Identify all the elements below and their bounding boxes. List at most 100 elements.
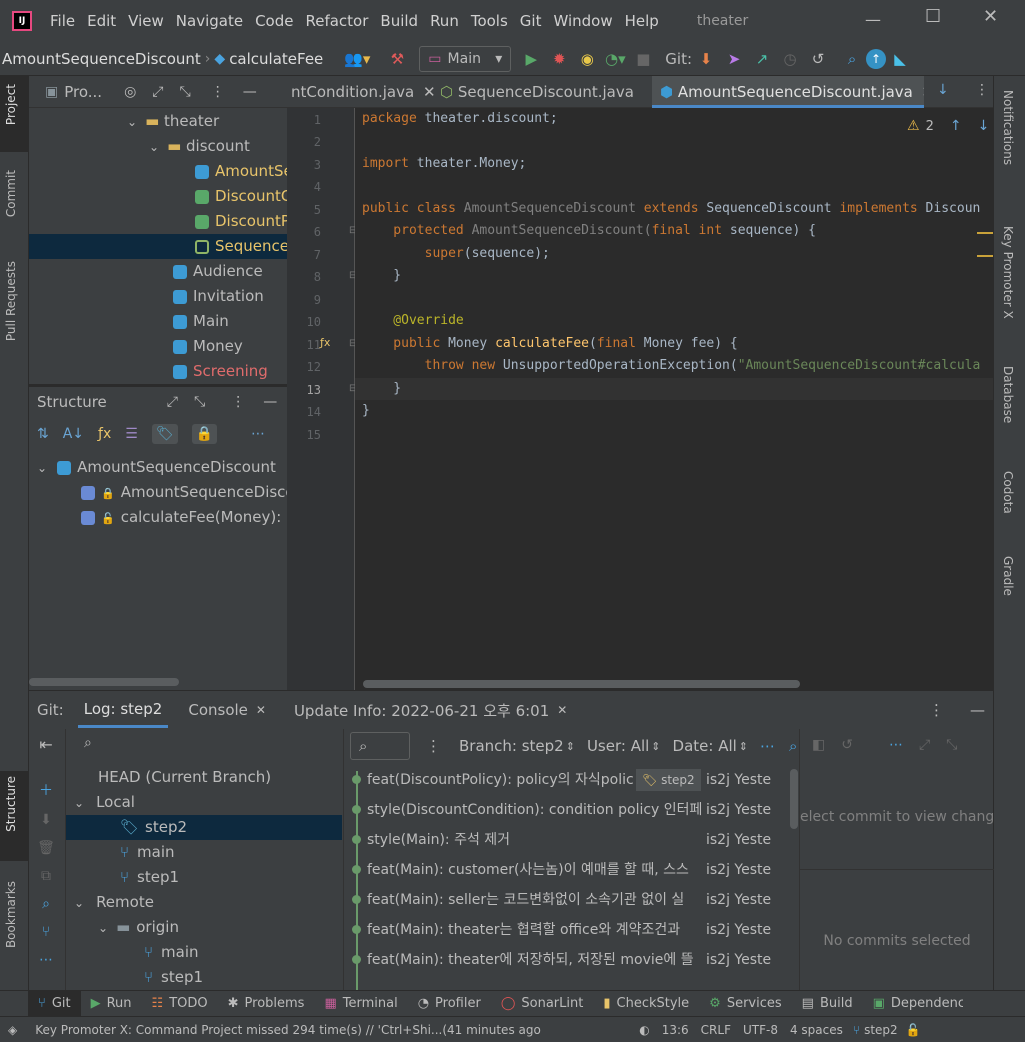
tab-log[interactable]: Log: step2 [77,693,169,728]
tree-class-invitation[interactable]: Invitation [173,284,287,309]
gradle-tool-label[interactable]: Gradle [1001,556,1015,596]
expand-all-icon[interactable]: ⤢ [167,394,178,410]
codota-tool-label[interactable]: Codota [1001,471,1015,514]
ide-update-icon[interactable]: ↑ [866,48,887,69]
close-icon[interactable]: ✕ [557,703,567,717]
tree-interface-discountc[interactable]: DiscountC [195,184,287,209]
users-icon[interactable]: 👥▾ [343,45,371,73]
locate-icon[interactable]: ◎ [124,84,136,100]
branch-local[interactable]: ⌄ Local [74,790,334,815]
tree-class-screening[interactable]: Screening [173,359,287,384]
add-icon[interactable]: ＋ [39,780,53,800]
tool-sonarlint[interactable]: ◯ SonarLint [491,996,594,1011]
bookmarks-tool-label[interactable]: Bookmarks [4,881,18,948]
search-icon[interactable]: ⌕ [84,735,92,751]
commit-row[interactable]: style(DiscountCondition): condition poli… [352,795,762,825]
branch-remote[interactable]: ⌄ Remote [74,890,334,915]
tool-problems[interactable]: ✱ Problems [218,996,315,1011]
status-message[interactable]: Key Promoter X: Command Project missed 2… [35,1023,635,1037]
branch-filter[interactable]: Branch: step2 [459,737,564,755]
override-method-icon[interactable]: ƒx [320,336,330,349]
project-tool-label[interactable]: Project [4,84,18,125]
menu-git[interactable]: Git [520,12,542,30]
commit-row[interactable]: feat(Main): seller는 코드변화없이 소속기관 없이 실 [352,885,762,915]
minimize-button[interactable]: — [865,10,881,29]
tree-folder-theater[interactable]: ⌄ ▬ theater [127,109,287,134]
inspection-widget[interactable]: ⚠ 2 ↑ ↓ [907,118,989,134]
jetbrains-space-icon[interactable]: ◣ [886,45,914,73]
sort-alpha-icon[interactable]: A↓ [63,426,84,442]
structure-item-constructor[interactable]: 🔒 AmountSequenceDiscou [81,480,287,505]
branch-step2[interactable]: 🏷 step2 [66,815,342,840]
menu-edit[interactable]: Edit [87,12,116,30]
current-branch[interactable]: step2 [864,1023,898,1037]
structure-tool-label[interactable]: Structure [4,776,18,832]
tab-discount-condition[interactable]: ntCondition.java ✕ [287,76,437,108]
git-update-icon[interactable]: ⬇ [692,45,720,73]
run-icon[interactable]: ▶ [517,45,545,73]
tree-class-amount[interactable]: AmountSe [195,159,287,184]
notifications-tool-label[interactable]: Notifications [1001,90,1015,165]
tree-class-main[interactable]: Main [173,309,287,334]
user-filter[interactable]: User: All [587,737,649,755]
more-icon[interactable]: ⋯ [889,737,903,753]
options-icon[interactable]: ⋮ [929,701,944,719]
commit-row[interactable]: feat(Main): theater는 협력할 office와 계약조건과 [352,915,762,945]
menu-tools[interactable]: Tools [471,12,508,30]
next-highlight-icon[interactable]: ↓ [978,118,990,134]
tab-update-info[interactable]: Update Info: 2022-06-21 오후 6:01 [294,700,549,721]
tree-interface-discountp[interactable]: DiscountP [195,209,287,234]
lock-icon[interactable]: 🔒 [191,424,218,444]
branch-head[interactable]: HEAD (Current Branch) [98,765,338,790]
line-separator[interactable]: CRLF [701,1023,731,1037]
collapse-left-icon[interactable]: ⇤ [39,735,52,754]
git-history-icon[interactable]: ◷ [776,45,804,73]
branch-main[interactable]: ⑂ main [120,840,320,865]
previous-highlight-icon[interactable]: ↑ [950,118,962,134]
menu-view[interactable]: View [128,12,164,30]
tree-class-audience[interactable]: Audience [173,259,287,284]
search-icon[interactable]: ⌕ [42,896,50,912]
arrow-down-icon[interactable]: ↓ [937,82,949,98]
menu-refactor[interactable]: Refactor [305,12,368,30]
tool-checkstyle[interactable]: ▮ CheckStyle [593,996,699,1011]
more-icon[interactable]: ⋯ [39,952,53,968]
run-config-select[interactable]: ▭ Main ▾ [419,45,512,72]
sort-visibility-icon[interactable]: ⇅ [37,426,49,442]
hide-icon[interactable]: — [263,394,277,410]
structure-item-class[interactable]: ⌄ AmountSequenceDiscount [37,455,287,480]
maximize-button[interactable]: ☐ [925,6,941,27]
tab-console[interactable]: Console [188,701,248,719]
search-icon[interactable]: ⌕ [789,737,797,755]
close-icon[interactable]: ✕ [256,703,266,717]
tool-git[interactable]: ⑂ Git [28,990,81,1017]
tool-todo[interactable]: ☷ TODO [142,996,218,1011]
collapse-icon[interactable]: ⤡ [946,737,957,753]
lock-icon[interactable]: 🔓 [906,1023,921,1037]
update-icon[interactable]: ⬇ [40,812,52,828]
tree-folder-discount[interactable]: ⌄ ▬ discount [149,134,287,159]
remote-branch-main[interactable]: ⑂ main [144,940,334,965]
menu-file[interactable]: File [50,12,75,30]
options-icon[interactable]: ⋮ [426,737,441,755]
collapse-all-icon[interactable]: ⤡ [194,394,205,410]
more-icon[interactable]: ⋯ [251,426,265,442]
indent-setting[interactable]: 4 spaces [790,1023,843,1037]
vertical-scrollbar[interactable] [790,769,798,829]
compare-icon[interactable]: ⧉ [41,868,51,884]
revert-icon[interactable]: ↺ [841,737,853,753]
remote-origin[interactable]: ⌄ ▬ origin [98,915,334,940]
tool-run[interactable]: ▶ Run [81,996,142,1011]
commit-tool-label[interactable]: Commit [4,170,18,217]
tool-build[interactable]: ▤ Build [792,996,863,1011]
branch-graph-icon[interactable]: ⑂ [42,924,50,940]
options-icon[interactable]: ⋮ [231,394,245,410]
structure-item-method[interactable]: 🔓 calculateFee(Money): M [81,505,287,530]
database-tool-label[interactable]: Database [1001,366,1015,423]
tab-sequence-discount[interactable]: ⬡ SequenceDiscount.java [440,76,650,108]
stop-icon[interactable]: ■ [629,45,657,73]
tree-class-money[interactable]: Money [173,334,287,359]
coverage-icon[interactable]: ◉ [573,45,601,73]
menu-navigate[interactable]: Navigate [176,12,243,30]
options-icon[interactable]: ⋮ [975,82,989,98]
